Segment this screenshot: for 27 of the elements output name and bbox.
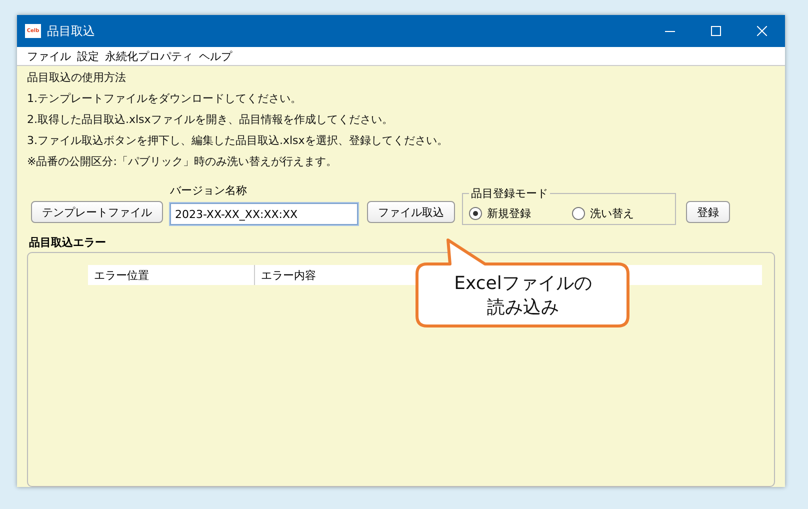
maximize-icon: [711, 26, 721, 36]
version-name-field[interactable]: 2023-XX-XX_XX:XX:XX: [170, 203, 358, 225]
callout-text: Excelファイルの: [454, 272, 592, 296]
register-button[interactable]: 登録: [686, 201, 730, 223]
menu-item[interactable]: 設定: [77, 48, 99, 64]
menu-item[interactable]: ヘルプ: [199, 48, 232, 64]
window-title: 品目取込: [47, 22, 96, 40]
group-title: 品目登録モード: [469, 186, 550, 201]
import-file-button[interactable]: ファイル取込: [367, 201, 455, 223]
callout-text: 読み込み: [487, 296, 559, 320]
template-file-button[interactable]: テンプレートファイル: [31, 201, 163, 223]
radio-label: 洗い替え: [590, 206, 634, 220]
close-icon: [757, 26, 767, 36]
instruction-text: ※品番の公開区分:「パブリック」時のみ洗い替えが行えます。: [27, 154, 338, 169]
instruction-text: 1.テンプレートファイルをダウンロードしてください。: [27, 91, 302, 106]
instruction-text: 2.取得した品目取込.xlsxファイルを開き、品目情報を作成してください。: [27, 112, 394, 127]
radio-button[interactable]: [469, 206, 482, 220]
column-header: エラー位置: [88, 265, 255, 285]
instruction-text: 3.ファイル取込ボタンを押下し、編集した品目取込.xlsxを選択、登録してください。: [27, 133, 449, 148]
menu-item[interactable]: 永続化プロパティ: [105, 48, 193, 64]
radio-button[interactable]: [572, 206, 585, 220]
radio-label: 新規登録: [487, 206, 531, 220]
instruction-text: 品目取込の使用方法: [27, 70, 127, 85]
column-header: エラー内容: [260, 268, 317, 284]
section-title: 品目取込エラー: [29, 235, 107, 250]
menu-item[interactable]: ファイル: [27, 48, 71, 64]
field-label: バージョン名称: [170, 183, 248, 198]
